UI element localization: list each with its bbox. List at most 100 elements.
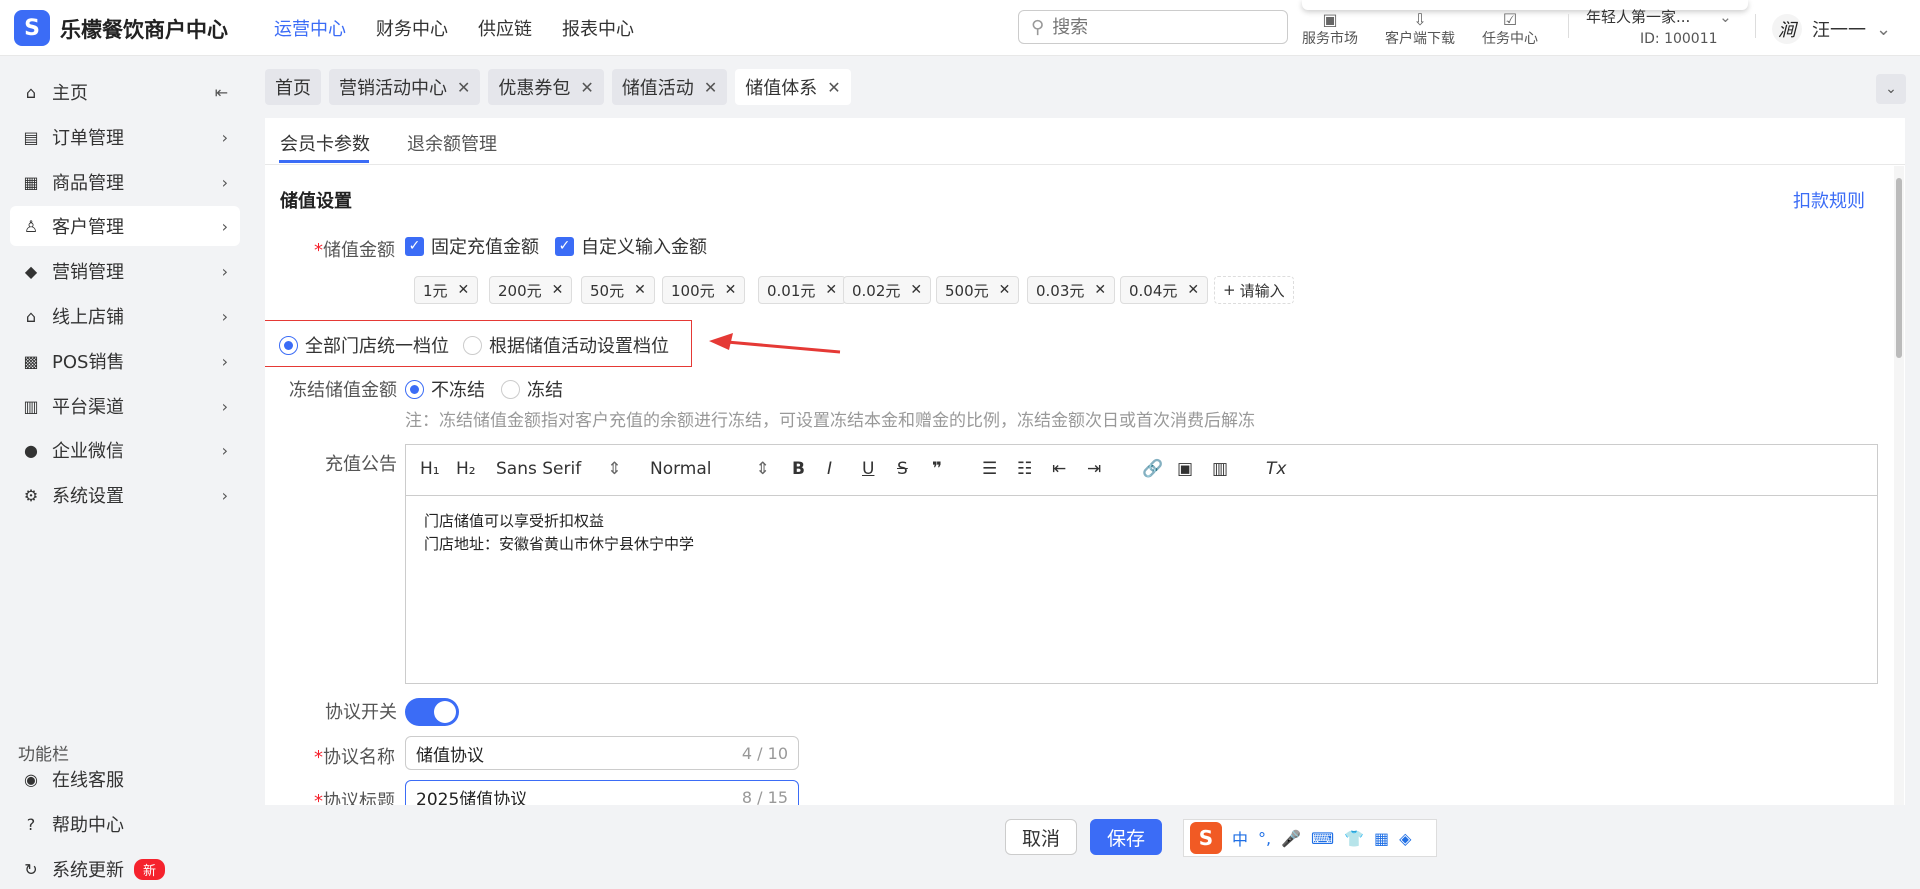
topnav-operations[interactable]: 运营中心 (274, 15, 346, 41)
agreement-toggle[interactable] (405, 698, 459, 726)
sidebar-item-help[interactable]: ? 帮助中心 (10, 804, 240, 844)
freeze-no-radio[interactable]: 不冻结 (405, 376, 485, 402)
store-icon: ⌂ (25, 306, 37, 326)
close-icon[interactable]: ✕ (1094, 282, 1106, 298)
sidebar-item-settings[interactable]: ⚙ 系统设置 › (10, 475, 240, 515)
close-icon[interactable]: ✕ (580, 78, 593, 97)
sidebar-item-orders[interactable]: ▤ 订单管理 › (10, 117, 240, 157)
chevron-right-icon: › (221, 261, 228, 281)
tab-home[interactable]: 首页 (265, 69, 321, 105)
close-icon[interactable]: ✕ (704, 78, 717, 97)
page-tabs: 首页 营销活动中心 ✕ 优惠券包 ✕ 储值活动 ✕ 储值体系 ✕ (265, 69, 851, 105)
tab-stored-value-activity[interactable]: 储值活动 ✕ (611, 69, 728, 105)
ordered-list-icon[interactable]: ☰ (982, 459, 997, 479)
user-name: 汪一一 (1812, 20, 1866, 41)
tab-marketing-center[interactable]: 营销活动中心 ✕ (329, 69, 481, 105)
sidebar-item-wecom[interactable]: ● 企业微信 › (10, 430, 240, 470)
close-icon[interactable]: ✕ (999, 282, 1011, 298)
tab-stored-value-system[interactable]: 储值体系 ✕ (735, 69, 851, 105)
scrollbar-thumb[interactable] (1896, 178, 1902, 358)
scrollbar[interactable] (1894, 166, 1904, 805)
video-icon[interactable]: ▥ (1212, 459, 1228, 479)
active-tab-underline (279, 160, 369, 163)
close-icon[interactable]: ✕ (910, 282, 922, 298)
add-amount-chip[interactable]: + 请输入 (1214, 276, 1294, 304)
underline-icon[interactable]: U (862, 459, 874, 479)
store-selector[interactable]: 年轻人第一家... ⌄ (1586, 6, 1732, 27)
tabs-dropdown-button[interactable]: ⌄ (1876, 74, 1906, 104)
close-icon[interactable]: ✕ (827, 78, 840, 97)
sidebar-item-online-service[interactable]: ◉ 在线客服 (10, 759, 240, 799)
tier-all-radio[interactable]: 全部门店统一档位 (279, 332, 449, 358)
save-button[interactable]: 保存 (1090, 819, 1163, 855)
quote-icon[interactable]: ❞ (932, 459, 942, 479)
close-icon[interactable]: ✕ (825, 282, 837, 298)
user-menu[interactable]: 涧 汪一一 ⌄ (1772, 14, 1891, 44)
bullet-list-icon[interactable]: ☷ (1017, 459, 1032, 479)
sidebar-item-channels[interactable]: ▥ 平台渠道 › (10, 386, 240, 426)
size-select[interactable]: Normal ⇕ (650, 459, 770, 479)
microphone-icon[interactable]: 🎤 (1281, 829, 1301, 848)
sidebar-item-pos[interactable]: ▩ POS销售 › (10, 341, 240, 381)
close-icon[interactable]: ✕ (458, 282, 470, 298)
close-icon[interactable]: ✕ (1187, 282, 1199, 298)
ime-extra-icon[interactable]: ◈ (1399, 829, 1411, 848)
heading2-button[interactable]: H₂ (456, 459, 476, 479)
ime-language[interactable]: 中 (1232, 826, 1248, 850)
collapse-sidebar-icon[interactable]: ⇤ (215, 83, 228, 102)
brand-name[interactable]: 乐檬餐饮商户中心 (60, 14, 228, 44)
sidebar-item-goods[interactable]: ▦ 商品管理 › (10, 162, 240, 202)
deduction-rule-link[interactable]: 扣款规则 (1793, 187, 1865, 213)
search-input[interactable] (1052, 16, 1253, 38)
agreement-title-input[interactable] (416, 787, 742, 805)
tab-coupon-pack[interactable]: 优惠券包 ✕ (488, 69, 604, 105)
radio-label: 全部门店统一档位 (305, 336, 449, 357)
topnav-reports[interactable]: 报表中心 (562, 15, 634, 41)
subtab-refund-balance[interactable]: 退余额管理 (407, 130, 497, 156)
heading1-button[interactable]: H₁ (420, 459, 440, 479)
fixed-amount-checkbox[interactable]: ✓ 固定充值金额 (405, 233, 539, 259)
avatar[interactable]: 涧 (1772, 14, 1802, 44)
tool-label: 客户端下载 (1385, 31, 1455, 47)
sidebar-item-home[interactable]: ⌂ 主页 ⇤ (10, 72, 240, 112)
apps-icon[interactable]: ▦ (1374, 829, 1389, 848)
clear-format-icon[interactable]: Tx (1266, 459, 1286, 479)
close-icon[interactable]: ✕ (457, 78, 470, 97)
chevron-right-icon: › (221, 172, 228, 192)
close-icon[interactable]: ✕ (634, 282, 646, 298)
keyboard-icon[interactable]: ⌨ (1311, 829, 1334, 848)
custom-amount-checkbox[interactable]: ✓ 自定义输入金额 (555, 233, 707, 259)
ime-logo-icon[interactable]: S (1190, 822, 1222, 854)
outdent-icon[interactable]: ⇤ (1052, 459, 1066, 479)
search-box[interactable]: ⚲ (1018, 10, 1288, 44)
tab-label: 储值体系 (745, 78, 818, 99)
editor-content[interactable]: 门店储值可以享受折扣权益 门店地址：安徽省黄山市休宁县休宁中学 (406, 496, 1877, 570)
agreement-name-input[interactable] (416, 743, 742, 763)
tier-activity-radio[interactable]: 根据储值活动设置档位 (463, 332, 669, 358)
skin-icon[interactable]: 👕 (1344, 829, 1364, 848)
tool-service-market[interactable]: ▣ 服务市场 (1302, 0, 1358, 56)
close-icon[interactable]: ✕ (725, 282, 737, 298)
strike-icon[interactable]: S (897, 459, 908, 479)
tool-task-center[interactable]: ☑ 任务中心 (1482, 0, 1538, 56)
section-title: 储值设置 (280, 191, 352, 212)
italic-icon[interactable]: I (827, 459, 832, 479)
topnav-supply-chain[interactable]: 供应链 (478, 15, 532, 41)
freeze-yes-radio[interactable]: 冻结 (501, 376, 563, 402)
subtab-card-params[interactable]: 会员卡参数 (280, 130, 370, 156)
tool-client-download[interactable]: ⇩ 客户端下载 (1385, 0, 1455, 56)
sidebar-item-customers[interactable]: ♙ 客户管理 › (10, 206, 240, 246)
close-icon[interactable]: ✕ (552, 282, 564, 298)
image-icon[interactable]: ▣ (1177, 459, 1193, 479)
sidebar-item-online-store[interactable]: ⌂ 线上店铺 › (10, 296, 240, 336)
link-icon[interactable]: 🔗 (1142, 459, 1163, 479)
sidebar-item-marketing[interactable]: ◆ 营销管理 › (10, 251, 240, 291)
indent-icon[interactable]: ⇥ (1087, 459, 1101, 479)
cancel-button[interactable]: 取消 (1005, 819, 1078, 855)
font-select[interactable]: Sans Serif ⇕ (496, 459, 621, 479)
topnav-finance[interactable]: 财务中心 (376, 15, 448, 41)
brand-logo-icon[interactable]: S (14, 10, 50, 46)
ime-punctuation[interactable]: °, (1258, 829, 1271, 848)
sidebar-item-update[interactable]: ↻ 系统更新新 (10, 849, 240, 889)
bold-icon[interactable]: B (792, 459, 805, 479)
